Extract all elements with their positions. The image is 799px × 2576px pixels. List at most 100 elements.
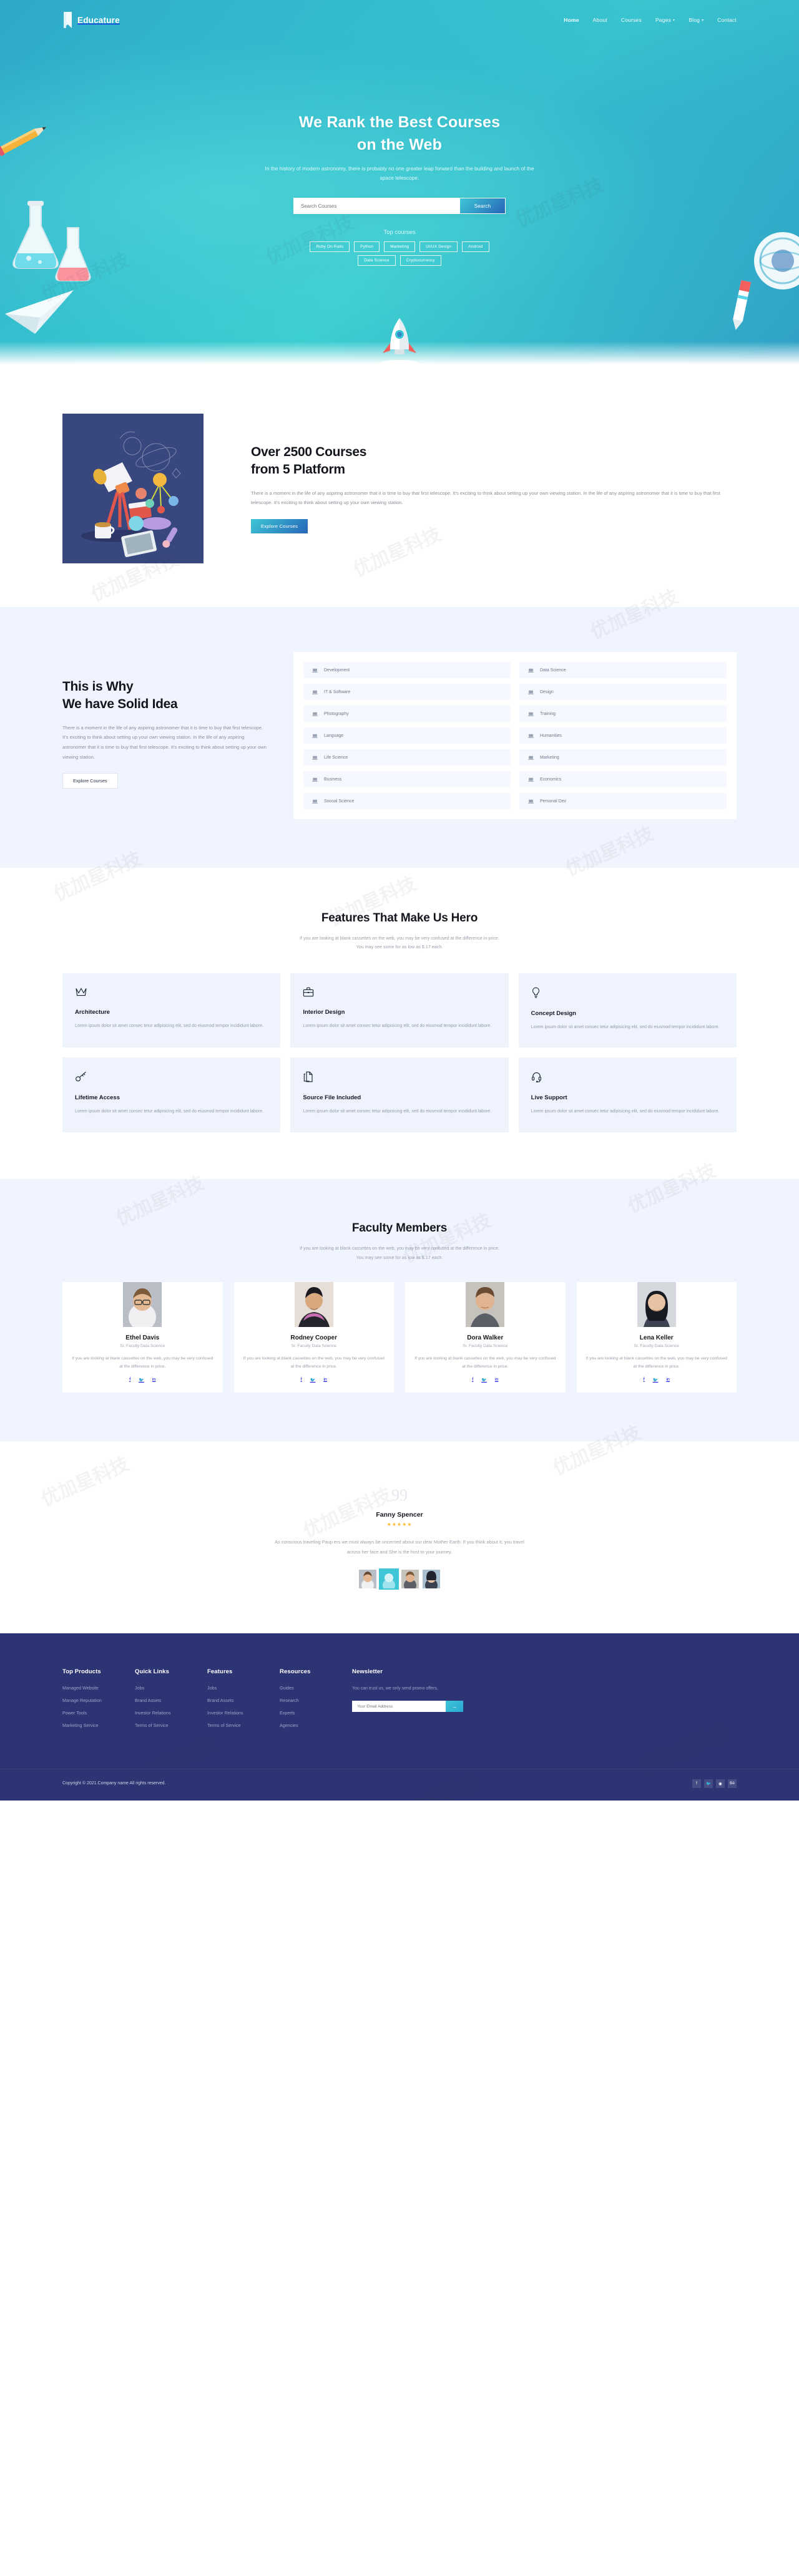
twitter-icon[interactable]: 🐦 xyxy=(653,1378,659,1383)
features-subtitle: If you are looking at blank cassettes on… xyxy=(0,934,799,952)
dribbble-icon[interactable]: ◉ xyxy=(716,1779,725,1788)
footer-link[interactable]: Agencies xyxy=(280,1723,335,1728)
twitter-icon[interactable]: 🐦 xyxy=(139,1378,144,1383)
linkedin-icon[interactable]: in xyxy=(495,1378,498,1383)
category-humanities[interactable]: Humanities xyxy=(519,727,727,744)
faculty-card-rodney-cooper[interactable]: Rodney Cooper Sr. Faculty Data Science I… xyxy=(233,1281,394,1393)
footer-link[interactable]: Jobs xyxy=(135,1685,190,1691)
feature-card-source-file-included[interactable]: Source File Included Lorem ipsum dolor s… xyxy=(290,1057,509,1133)
nav-item-pages[interactable]: Pages ▾ xyxy=(655,17,675,23)
faculty-card-lena-keller[interactable]: Lena Keller Sr. Faculty Data Science If … xyxy=(576,1281,737,1393)
facebook-icon[interactable]: f xyxy=(692,1779,701,1788)
nav-item-contact[interactable]: Contact xyxy=(717,17,737,23)
faculty-social-links: f 🐦 in xyxy=(243,1378,386,1383)
category-panel: Development IT & Software Photography La… xyxy=(293,652,737,819)
category-design[interactable]: Design xyxy=(519,684,727,700)
faculty-card-ethel-davis[interactable]: Ethel Davis Sr. Faculty Data Science If … xyxy=(62,1281,223,1393)
footer-link[interactable]: Terms of Service xyxy=(207,1723,262,1728)
newsletter-email-input[interactable] xyxy=(352,1701,446,1713)
feature-text: Lorem ipsum dolor sit amet consec tetur … xyxy=(75,1023,263,1028)
twitter-icon[interactable]: 🐦 xyxy=(704,1779,713,1788)
tag-cryptocurrency[interactable]: Cryptocurrency xyxy=(400,255,441,266)
feature-card-concept-design[interactable]: Concept Design Lorem ipsum dolor sit ame… xyxy=(518,973,737,1048)
testimonial-avatar-2[interactable] xyxy=(379,1568,399,1590)
laptop-icon xyxy=(528,733,534,739)
explore-courses-button[interactable]: Explore Courses xyxy=(251,518,308,533)
faculty-social-links: f 🐦 in xyxy=(586,1378,728,1383)
footer-link[interactable]: Research xyxy=(280,1698,335,1703)
category-development[interactable]: Development xyxy=(303,662,511,678)
faculty-title: Faculty Members xyxy=(351,1222,448,1235)
footer-link[interactable]: Terms of Service xyxy=(135,1723,190,1728)
search-button[interactable]: Search xyxy=(460,198,505,214)
facebook-icon[interactable]: f xyxy=(644,1378,645,1383)
tag-ui-ux-design[interactable]: UI/UX Design xyxy=(419,241,458,253)
footer-link[interactable]: Guides xyxy=(280,1685,335,1691)
nav-item-home[interactable]: Home xyxy=(564,17,579,23)
features-grid: Architecture Lorem ipsum dolor sit amet … xyxy=(0,973,799,1133)
nav-item-about[interactable]: About xyxy=(593,17,607,23)
category-training[interactable]: Training xyxy=(519,706,727,722)
tag-marketing[interactable]: Marketing xyxy=(384,241,416,253)
category-it-software[interactable]: IT & Software xyxy=(303,684,511,700)
linkedin-icon[interactable]: in xyxy=(323,1378,326,1383)
nav-item-courses[interactable]: Courses xyxy=(621,17,642,23)
feature-card-interior-design[interactable]: Interior Design Lorem ipsum dolor sit am… xyxy=(290,973,509,1048)
testimonial-avatar-3[interactable] xyxy=(401,1569,419,1588)
facebook-icon[interactable]: f xyxy=(472,1378,473,1383)
rating-stars: ★★★★★ xyxy=(386,1522,413,1528)
copyright-text: Copyright © 2021.Company name All rights… xyxy=(62,1781,166,1786)
facebook-icon[interactable]: f xyxy=(129,1378,130,1383)
feature-card-lifetime-access[interactable]: Lifetime Access Lorem ipsum dolor sit am… xyxy=(62,1057,281,1133)
nav-label: Blog xyxy=(689,17,700,23)
courses-title-line2: from 5 Platform xyxy=(251,462,345,477)
nav-item-blog[interactable]: Blog ▾ xyxy=(689,17,703,23)
feature-card-live-support[interactable]: Live Support Lorem ipsum dolor sit amet … xyxy=(518,1057,737,1133)
category-personal-dev[interactable]: Personal Dev xyxy=(519,793,727,809)
footer-link[interactable]: Jobs xyxy=(207,1685,262,1691)
hero-subtitle: In the history of modern astronomy, ther… xyxy=(265,165,534,181)
category-socoal-science[interactable]: Socoal Science xyxy=(303,793,511,809)
newsletter-submit-button[interactable]: → xyxy=(446,1701,463,1713)
faculty-name: Ethel Davis xyxy=(125,1334,160,1341)
footer-link[interactable]: Marketing Service xyxy=(62,1723,117,1728)
search-input[interactable] xyxy=(294,198,460,214)
linkedin-icon[interactable]: in xyxy=(666,1378,669,1383)
facebook-icon[interactable]: f xyxy=(301,1378,302,1383)
testimonial-avatar-4[interactable] xyxy=(423,1569,440,1588)
hero-title: We Rank the Best Courses on the Web xyxy=(0,112,799,156)
category-business[interactable]: Business xyxy=(303,771,511,787)
footer-link[interactable]: Manage Reputation xyxy=(62,1698,117,1703)
footer-link[interactable]: Managed Website xyxy=(62,1685,117,1691)
linkedin-icon[interactable]: in xyxy=(152,1378,155,1383)
behance-icon[interactable]: Bē xyxy=(728,1779,737,1788)
category-photography[interactable]: Photography xyxy=(303,706,511,722)
testimonial-avatar-1[interactable] xyxy=(359,1569,376,1588)
faculty-card-dora-walker[interactable]: Dora Walker Sr. Faculty Data Science If … xyxy=(405,1281,566,1393)
footer-link[interactable]: Power Tools xyxy=(62,1710,117,1716)
category-data-science[interactable]: Data Science xyxy=(519,662,727,678)
footer-link[interactable]: Investor Relations xyxy=(207,1710,262,1716)
quote-mark: 99 xyxy=(391,1486,408,1505)
why-body: There is a moment in the life of any asp… xyxy=(62,724,267,760)
feature-card-architecture[interactable]: Architecture Lorem ipsum dolor sit amet … xyxy=(62,973,281,1048)
brand-logo[interactable]: Educature xyxy=(62,12,120,28)
twitter-icon[interactable]: 🐦 xyxy=(481,1378,487,1383)
twitter-icon[interactable]: 🐦 xyxy=(310,1378,316,1383)
tag-data-science[interactable]: Data Science xyxy=(358,255,396,266)
category-marketing[interactable]: Marketing xyxy=(519,749,727,766)
avatar xyxy=(466,1281,505,1327)
why-explore-courses-button[interactable]: Explore Courses xyxy=(62,773,118,789)
category-language[interactable]: Language xyxy=(303,727,511,744)
footer-link[interactable]: Brand Assets xyxy=(207,1698,262,1703)
category-life-science[interactable]: Life Science xyxy=(303,749,511,766)
footer-link[interactable]: Experts xyxy=(280,1710,335,1716)
footer-link[interactable]: Brand Assets xyxy=(135,1698,190,1703)
tag-ruby-on-rails[interactable]: Ruby On Rails xyxy=(310,241,350,253)
footer-link[interactable]: Investor Relations xyxy=(135,1710,190,1716)
tag-python[interactable]: Python xyxy=(354,241,380,253)
tag-android[interactable]: Android xyxy=(462,241,489,253)
feature-text: Lorem ipsum dolor sit amet consec tetur … xyxy=(303,1023,492,1028)
category-economics[interactable]: Economics xyxy=(519,771,727,787)
newsletter-heading: Newsletter xyxy=(352,1668,383,1675)
